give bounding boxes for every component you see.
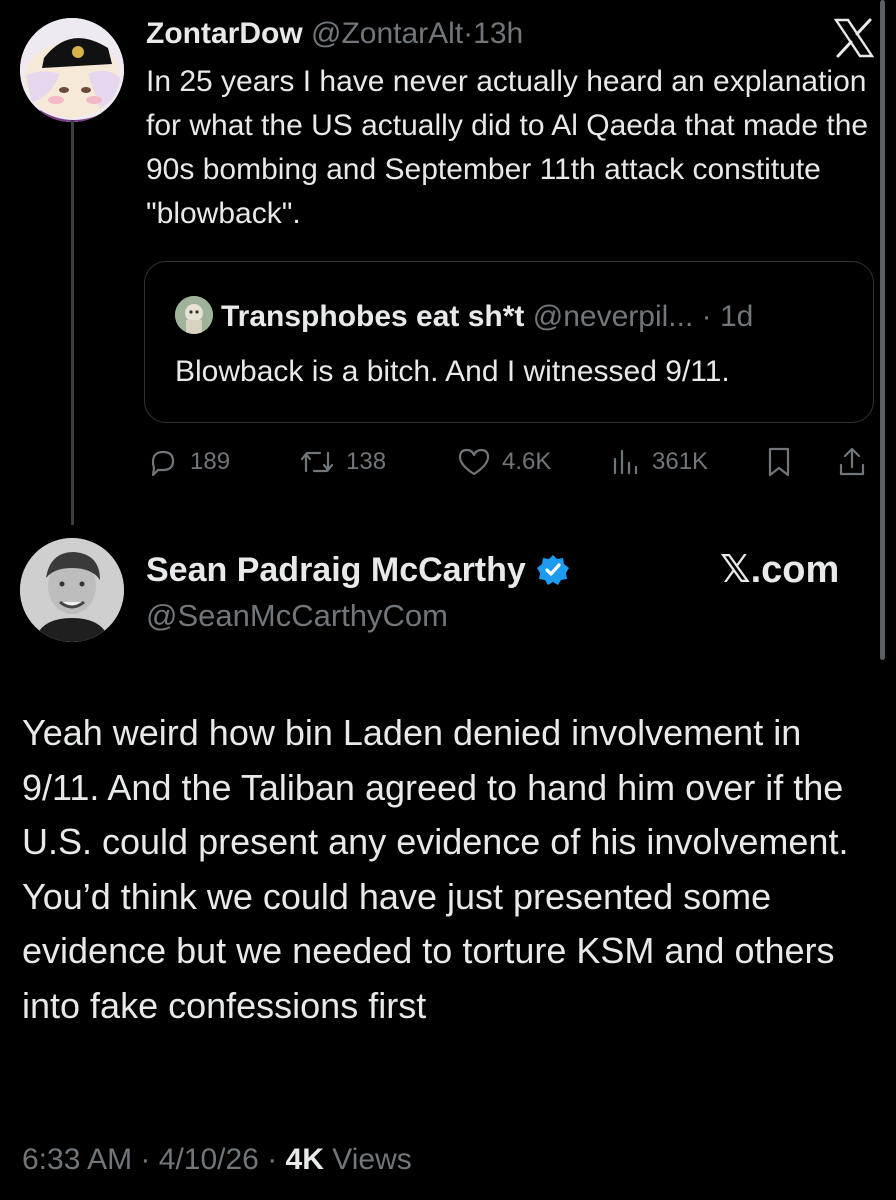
reply-button[interactable]: 189	[146, 442, 230, 482]
quote-author-name[interactable]: Transphobes eat sh*t	[221, 300, 524, 333]
views-count: 361K	[652, 448, 709, 475]
share-icon	[839, 447, 865, 476]
tweet1-action-bar: 189 138 4.6K 361K	[146, 442, 876, 482]
tweet2-views-label: Views	[332, 1143, 412, 1176]
views-icon	[613, 449, 638, 475]
repost-icon	[300, 451, 334, 473]
like-icon	[458, 448, 490, 476]
x-logo-icon[interactable]	[832, 16, 876, 60]
quote-author-handle[interactable]: @neverpil...	[533, 300, 694, 333]
reply-count: 189	[190, 448, 231, 475]
quote-time[interactable]: 1d	[720, 300, 753, 333]
thread-connector-line	[71, 120, 74, 525]
tweet1-separator: ·	[463, 17, 474, 50]
like-button[interactable]: 4.6K	[456, 442, 551, 482]
like-count: 4.6K	[502, 448, 552, 475]
tweet2-author-handle[interactable]: @SeanMcCarthyCom	[146, 596, 448, 636]
tweet2-date[interactable]: 4/10/26	[159, 1143, 259, 1176]
meta-separator-1: ·	[140, 1143, 151, 1176]
tweet1-time[interactable]: 13h	[473, 17, 523, 50]
tweet2-views-count: 4K	[285, 1143, 324, 1176]
quote-text: Blowback is a bitch. And I witnessed 9/1…	[175, 355, 730, 388]
scrollbar[interactable]	[880, 0, 885, 660]
tweet1-author-handle[interactable]: @ZontarAlt	[311, 17, 463, 50]
views-button[interactable]: 361K	[610, 442, 708, 482]
quote-header: Transphobes eat sh*t @neverpil... · 1d	[175, 296, 753, 337]
quote-separator: ·	[701, 300, 712, 333]
tweet2-author-name[interactable]: Sean Padraig McCarthy	[146, 548, 526, 592]
mccarthy-avatar[interactable]	[20, 538, 124, 642]
zontar-avatar[interactable]	[20, 18, 124, 122]
tweet1-header: ZontarDow @ZontarAlt·13h	[146, 14, 523, 54]
tweet2-text: Yeah weird how bin Laden denied involvem…	[22, 712, 849, 1026]
quote-author-avatar[interactable]	[175, 296, 213, 334]
verified-badge-icon	[536, 555, 569, 585]
share-button[interactable]	[836, 442, 868, 482]
meta-separator-2: ·	[267, 1143, 278, 1176]
x-dot-com-watermark: 𝕏.com	[720, 549, 840, 591]
tweet1-text: In 25 years I have never actually heard …	[146, 65, 869, 230]
bookmark-icon	[768, 447, 790, 477]
repost-count: 138	[346, 448, 387, 475]
tweet2-meta: 6:33 AM · 4/10/26 · 4K Views	[22, 1140, 412, 1180]
repost-button[interactable]: 138	[298, 442, 386, 482]
tweet1-author-name[interactable]: ZontarDow	[146, 17, 303, 50]
tweet2-author-row: Sean Padraig McCarthy	[146, 548, 570, 592]
tweet2-time[interactable]: 6:33 AM	[22, 1143, 132, 1176]
reply-icon	[151, 450, 175, 477]
bookmark-button[interactable]	[764, 442, 794, 482]
quoted-tweet[interactable]: Transphobes eat sh*t @neverpil... · 1d B…	[144, 261, 874, 423]
